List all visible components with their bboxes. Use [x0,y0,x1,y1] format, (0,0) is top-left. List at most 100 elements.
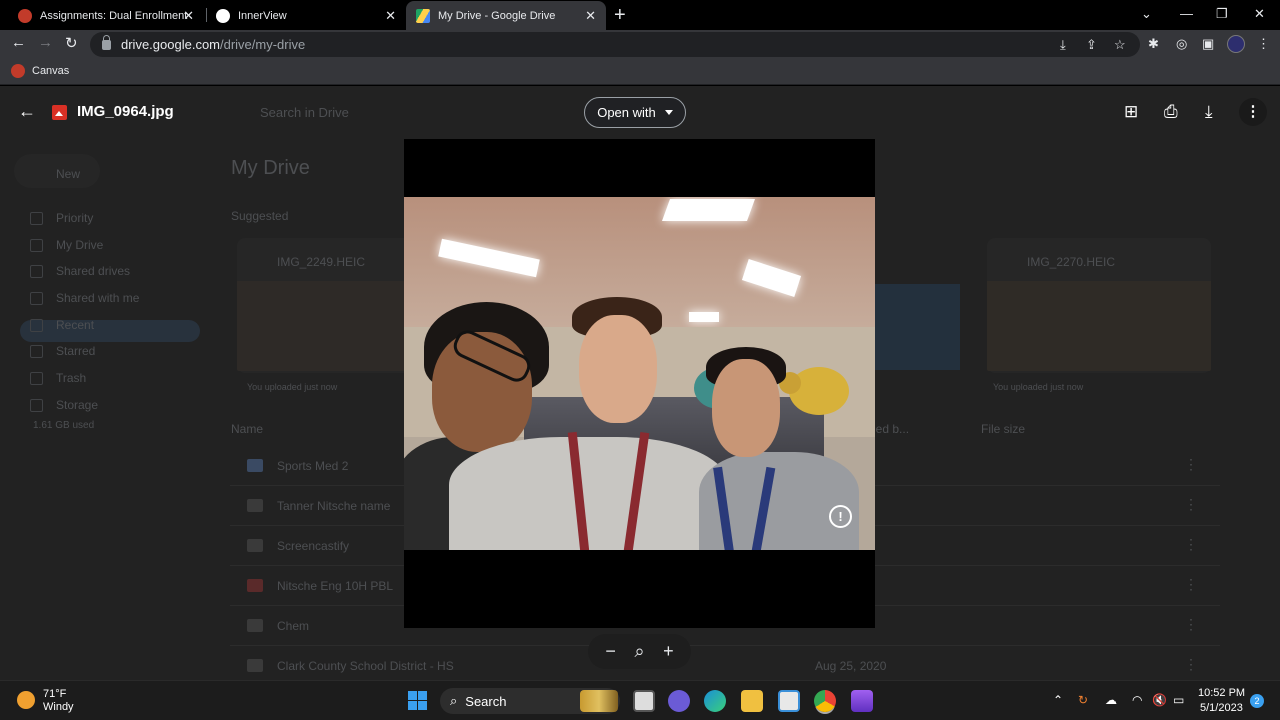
lock-icon [102,34,111,50]
url-host: drive.google.com [121,37,220,52]
bookmark-star-icon[interactable]: ☆ [1114,37,1126,53]
chrome-icon[interactable] [814,690,836,712]
suggested-label: Suggested [231,209,289,223]
person-right-face [712,359,780,457]
tab-search-icon[interactable]: ⌄ [1141,6,1152,22]
close-tab-icon[interactable]: ✕ [183,8,194,24]
teams-chat-icon[interactable] [668,690,690,712]
google-drive-icon [416,8,430,23]
sidebar-item-storage: Storage [30,398,98,412]
browser-toolbar: ← → ↻ drive.google.com/drive/my-drive ⤓ … [0,30,1280,58]
notification-badge[interactable]: 2 [1250,694,1264,708]
viewer-header: ← IMG_0964.jpg Open with ⊞ ⎙ ⤓ ⋮ [0,86,1280,140]
weather-sun-icon[interactable] [17,691,35,709]
search-icon: ⌕ [450,693,458,708]
bookmark-canvas[interactable]: Canvas [11,64,69,78]
taskbar-search[interactable]: ⌕ Search [440,688,620,714]
suggested-card: IMG_2270.HEIC You uploaded just now [987,238,1211,392]
back-icon[interactable]: ← [11,34,26,51]
download-icon[interactable]: ⤓ [1205,102,1213,122]
close-viewer-arrow-icon[interactable]: ← [18,101,36,122]
url-path: /drive/my-drive [220,37,306,52]
zoom-in-button[interactable]: + [663,641,674,662]
person-middle-face [579,315,657,423]
weather-temp[interactable]: 71°F [43,688,66,700]
clock-date[interactable]: 5/1/2023 [1200,702,1243,714]
minimize-button[interactable]: — [1180,6,1193,21]
close-tab-icon[interactable]: ✕ [585,8,596,24]
sidebar-item-trash: Trash [30,371,86,385]
maximize-button[interactable]: ❐ [1216,6,1228,22]
info-icon: ! [829,505,852,528]
ceiling-light [661,199,756,221]
clipchamp-icon[interactable] [851,690,873,712]
install-icon[interactable]: ⤓ [1060,37,1066,53]
file-name: IMG_0964.jpg [77,103,174,120]
card-caption: You uploaded just now [993,382,1084,392]
sidebar-item-recent: Recent [30,318,94,332]
side-panel-icon[interactable]: ▣ [1202,36,1214,52]
person-middle-body [449,437,729,550]
forward-icon[interactable]: → [38,34,53,51]
weather-desc[interactable]: Windy [43,701,74,713]
card-thumbnail [987,281,1211,371]
image-file-icon [52,105,67,120]
wifi-icon[interactable]: ◠ [1132,693,1142,707]
tray-overflow-icon[interactable]: ⌃ [1053,693,1063,707]
more-actions-button[interactable]: ⋮ [1239,98,1267,126]
tab-my-drive[interactable]: My Drive - Google Drive ✕ [406,1,606,30]
column-file-size: File size [981,422,1026,436]
file-explorer-icon[interactable] [741,690,763,712]
sidebar-item-starred: Starred [30,344,95,358]
exercise-ball [789,367,849,415]
extensions-icon[interactable]: ✱ [1148,36,1159,52]
chrome-menu-icon[interactable]: ⋮ [1257,36,1270,52]
close-window-button[interactable]: ✕ [1254,6,1265,22]
new-tab-button[interactable]: + [614,4,626,27]
new-button: New [14,154,100,188]
microsoft-store-icon[interactable] [778,690,800,712]
column-modified: ied b... [873,422,910,436]
tab-title: My Drive - Google Drive [438,9,556,22]
image-preview[interactable]: ! [404,139,875,628]
windows-taskbar: 71°F Windy ⌕ Search ⌃ ↻ ☁ ◠ 🔇 ▭ 10:52 PM… [0,680,1280,720]
sidebar-item-my-drive: My Drive [30,238,103,252]
bookmark-label: Canvas [32,65,70,77]
share-icon[interactable]: ⇪ [1086,37,1097,53]
profile-avatar[interactable] [1227,35,1245,53]
bookmarks-bar: Canvas [0,58,1280,85]
onedrive-icon[interactable]: ☁ [1105,693,1117,707]
clock-time[interactable]: 10:52 PM [1198,687,1245,699]
start-button[interactable] [408,691,427,710]
volume-muted-icon[interactable]: 🔇 [1152,693,1167,707]
extension-icon[interactable]: ◎ [1176,36,1187,52]
open-with-button[interactable]: Open with [584,97,686,128]
card-thumbnail [874,284,960,370]
print-icon[interactable]: ⎙ [1164,102,1178,122]
card-name: IMG_2270.HEIC [1027,255,1116,269]
tab-innerview[interactable]: InnerView ✕ [206,1,406,30]
ceiling-light [689,312,719,322]
canvas-icon [18,8,32,23]
close-tab-icon[interactable]: ✕ [385,8,396,24]
tab-assignments[interactable]: Assignments: Dual Enrollment - E ✕ [8,1,204,30]
taskbar-search-label: Search [465,693,507,709]
tab-title: InnerView [238,9,287,22]
reload-icon[interactable]: ↻ [65,34,78,52]
zoom-out-button[interactable]: − [605,641,616,662]
column-name: Name [231,422,264,436]
search-highlight-image [580,690,618,712]
address-bar[interactable]: drive.google.com/drive/my-drive ⤓ ⇪ ☆ [90,32,1140,57]
file-row: Clark County School District - HS Aug 25,… [230,646,1220,680]
drive-title: My Drive [231,157,310,179]
zoom-icon[interactable]: ⌕ [634,641,644,662]
sidebar-item-shared-with-me: Shared with me [30,291,139,305]
add-comment-icon[interactable]: ⊞ [1124,102,1138,122]
edge-icon[interactable] [704,690,726,712]
sync-icon[interactable]: ↻ [1078,693,1088,707]
caret-down-icon [664,110,673,115]
task-view-icon[interactable] [633,690,655,712]
storage-used: 1.61 GB used [33,420,95,431]
tab-title: Assignments: Dual Enrollment - E [40,9,190,22]
battery-icon[interactable]: ▭ [1173,693,1184,707]
